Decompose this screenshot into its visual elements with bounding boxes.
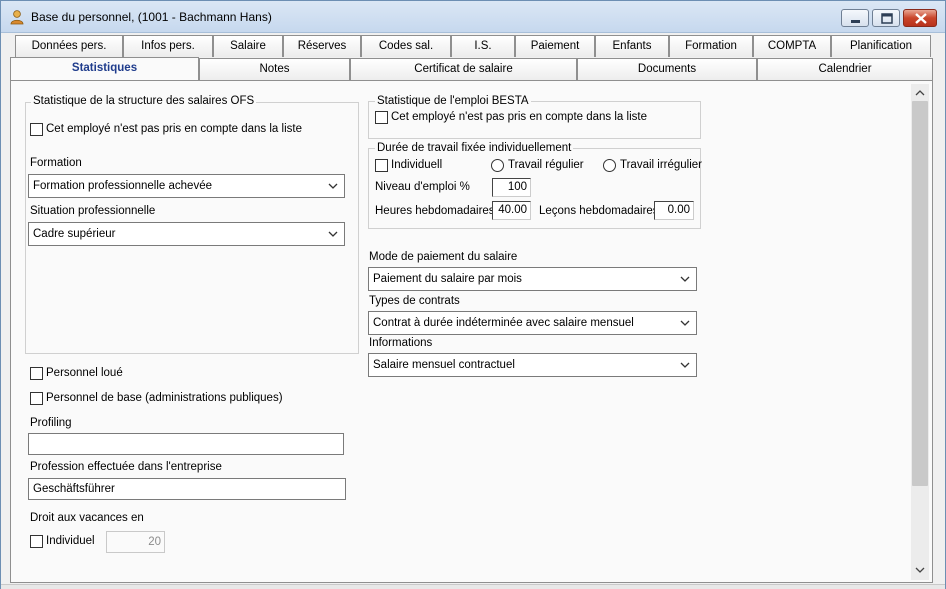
chevron-down-icon [328, 183, 338, 189]
minimize-icon [851, 20, 860, 23]
heures-hebdo-input[interactable]: 40.00 [492, 201, 531, 220]
types-contrats-label: Types de contrats [369, 295, 460, 307]
situation-label: Situation professionnelle [30, 205, 156, 217]
besta-exclude-label: Cet employé n'est pas pris en compte dan… [391, 111, 647, 123]
tab-salaire[interactable]: Salaire [213, 35, 283, 57]
individuell-label: Individuell [391, 159, 443, 171]
window-title: Base du personnel, (1001 - Bachmann Hans… [31, 10, 272, 24]
types-contrats-select[interactable]: Contrat à durée indéterminée avec salair… [368, 311, 697, 335]
close-button[interactable] [903, 9, 937, 27]
chevron-down-icon [680, 320, 690, 326]
informations-label: Informations [369, 337, 433, 349]
minimize-button[interactable] [841, 9, 869, 27]
informations-select[interactable]: Salaire mensuel contractuel [368, 353, 697, 377]
formation-value: Formation professionnelle achevée [33, 180, 212, 192]
tab-calendrier[interactable]: Calendrier [757, 58, 933, 81]
vacances-individuel-checkbox[interactable] [30, 535, 43, 548]
tab-formation[interactable]: Formation [669, 35, 753, 57]
individuell-checkbox[interactable] [375, 159, 388, 172]
heures-hebdo-label: Heures hebdomadaires [375, 205, 495, 217]
mode-paiement-value: Paiement du salaire par mois [373, 273, 522, 285]
mode-paiement-label: Mode de paiement du salaire [369, 251, 518, 263]
personnel-loue-label: Personnel loué [46, 367, 123, 379]
tab-donnees-pers[interactable]: Données pers. [15, 35, 123, 57]
besta-exclude-checkbox[interactable] [375, 111, 388, 124]
situation-select[interactable]: Cadre supérieur [28, 222, 345, 246]
personnel-base-label: Personnel de base (administrations publi… [46, 392, 283, 404]
duree-group-title: Durée de travail fixée individuellement [375, 142, 574, 154]
tab-compta[interactable]: COMPTA [753, 35, 831, 57]
lecons-hebdo-input[interactable]: 0.00 [654, 201, 694, 220]
chevron-up-icon[interactable] [915, 89, 925, 97]
profession-label: Profession effectuée dans l'entreprise [30, 461, 222, 473]
main-window: Base du personnel, (1001 - Bachmann Hans… [0, 0, 946, 589]
besta-group-title: Statistique de l'emploi BESTA [375, 95, 531, 107]
title-bar[interactable]: Base du personnel, (1001 - Bachmann Hans… [1, 1, 945, 33]
ofs-group-title: Statistique de la structure des salaires… [31, 95, 257, 107]
maximize-button[interactable] [872, 9, 900, 27]
tab-notes[interactable]: Notes [199, 58, 350, 81]
profiling-label: Profiling [30, 417, 72, 429]
ofs-exclude-checkbox[interactable] [30, 123, 43, 136]
status-strip [1, 584, 945, 589]
formation-select[interactable]: Formation professionnelle achevée [28, 174, 345, 198]
personnel-base-checkbox[interactable] [30, 392, 43, 405]
travail-irregulier-radio[interactable] [603, 159, 616, 172]
maximize-icon [881, 13, 893, 24]
ofs-exclude-label: Cet employé n'est pas pris en compte dan… [46, 123, 302, 135]
tab-is[interactable]: I.S. [451, 35, 515, 57]
chevron-down-icon [680, 276, 690, 282]
chevron-down-icon [680, 362, 690, 368]
tab-infos-pers[interactable]: Infos pers. [123, 35, 213, 57]
travail-regulier-label: Travail régulier [508, 159, 584, 171]
tab-codes-sal[interactable]: Codes sal. [361, 35, 451, 57]
situation-value: Cadre supérieur [33, 228, 116, 240]
travail-irregulier-label: Travail irrégulier [620, 159, 703, 171]
mode-paiement-select[interactable]: Paiement du salaire par mois [368, 267, 697, 291]
tab-planification[interactable]: Planification [831, 35, 931, 57]
tab-reserves[interactable]: Réserves [283, 35, 361, 57]
informations-value: Salaire mensuel contractuel [373, 359, 515, 371]
niveau-emploi-label: Niveau d'emploi % [375, 181, 470, 193]
lecons-hebdo-label: Leçons hebdomadaires [539, 205, 659, 217]
profession-input[interactable]: Geschäftsführer [28, 478, 346, 500]
vacances-individuel-label: Individuel [46, 535, 95, 547]
chevron-down-icon[interactable] [915, 566, 925, 574]
chevron-down-icon [328, 231, 338, 237]
tab-paiement[interactable]: Paiement [515, 35, 595, 57]
tab-documents[interactable]: Documents [577, 58, 757, 81]
profiling-input[interactable] [28, 433, 344, 455]
tab-statistiques[interactable]: Statistiques [10, 57, 199, 80]
close-icon [915, 13, 927, 24]
tab-certificat-salaire[interactable]: Certificat de salaire [350, 58, 577, 81]
vertical-scrollbar[interactable] [911, 84, 929, 580]
vacances-label: Droit aux vacances en [30, 512, 144, 524]
user-person-icon [10, 10, 24, 25]
scrollbar-thumb[interactable] [912, 101, 928, 486]
formation-label: Formation [30, 157, 82, 169]
types-contrats-value: Contrat à durée indéterminée avec salair… [373, 317, 634, 329]
travail-regulier-radio[interactable] [491, 159, 504, 172]
niveau-emploi-input[interactable]: 100 [492, 178, 531, 197]
tab-enfants[interactable]: Enfants [595, 35, 669, 57]
vacances-jours-input[interactable]: 20 [106, 531, 165, 553]
personnel-loue-checkbox[interactable] [30, 367, 43, 380]
